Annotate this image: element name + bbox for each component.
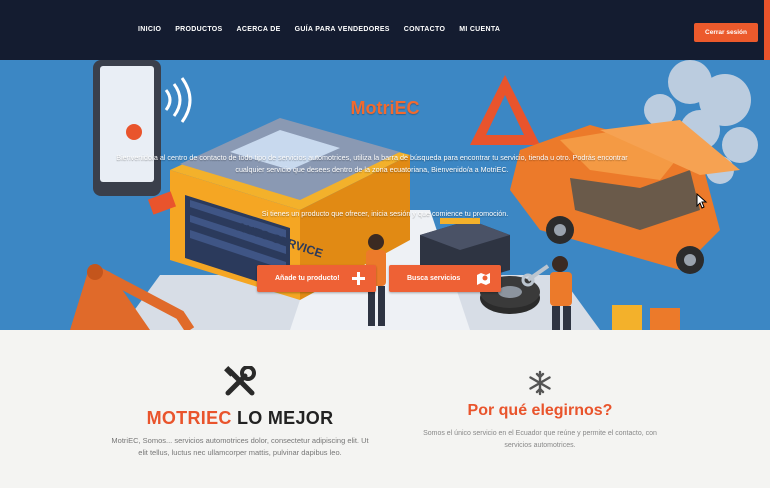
feature-best-title-accent: MOTRIEC (146, 408, 232, 428)
hero-cta-text: Si tienes un producto que ofrecer, inici… (261, 209, 509, 218)
feature-why-us-text: Somos el único servicio en el Ecuador qu… (423, 430, 657, 449)
feature-best-text: MotriEC, Somos... servicios automotrices… (111, 436, 369, 457)
nav-acerca-de[interactable]: ACERCA DE (237, 26, 281, 33)
nav-mi-cuenta[interactable]: MI CUENTA (459, 26, 500, 33)
hero-description: Bienvenido/a al centro de contacto de to… (116, 153, 628, 174)
plus-icon (352, 272, 365, 285)
search-services-button[interactable]: Busca servicios (389, 265, 501, 292)
feature-best-title-rest: LO MEJOR (231, 408, 334, 428)
add-product-label: Añade tu producto! (275, 275, 340, 282)
map-pin-icon (477, 273, 490, 285)
add-product-button[interactable]: Añade tu producto! (257, 265, 376, 292)
main-menu: INICIO PRODUCTOS ACERCA DE GUÍA PARA VEN… (138, 26, 500, 33)
search-services-label: Busca servicios (407, 275, 461, 282)
nav-guia-vendedores[interactable]: GUÍA PARA VENDEDORES (295, 26, 390, 33)
nav-productos[interactable]: PRODUCTOS (175, 26, 222, 33)
logout-button[interactable]: Cerrar sesión (694, 23, 758, 42)
hero-section: AUTO SERVICE MotriEC Bienvenido/a al cen… (0, 60, 770, 330)
nav-inicio[interactable]: INICIO (138, 26, 161, 33)
feature-why-us: Por qué elegirnos? Somos el único servic… (420, 370, 660, 452)
mouse-cursor-icon (696, 193, 708, 209)
hero-title: MotriEC (350, 98, 420, 118)
feature-why-us-title: Por qué elegirnos? (467, 402, 613, 419)
top-navbar: INICIO PRODUCTOS ACERCA DE GUÍA PARA VEN… (0, 0, 770, 60)
tools-icon (224, 366, 256, 396)
feature-best-title: MOTRIEC LO MEJOR (100, 408, 380, 429)
feature-best: MOTRIEC LO MEJOR MotriEC, Somos... servi… (100, 366, 380, 459)
snowflake-icon (529, 370, 551, 396)
nav-contacto[interactable]: CONTACTO (404, 26, 445, 33)
barrels-illustration (612, 305, 680, 330)
features-section: MOTRIEC LO MEJOR MotriEC, Somos... servi… (0, 330, 770, 488)
